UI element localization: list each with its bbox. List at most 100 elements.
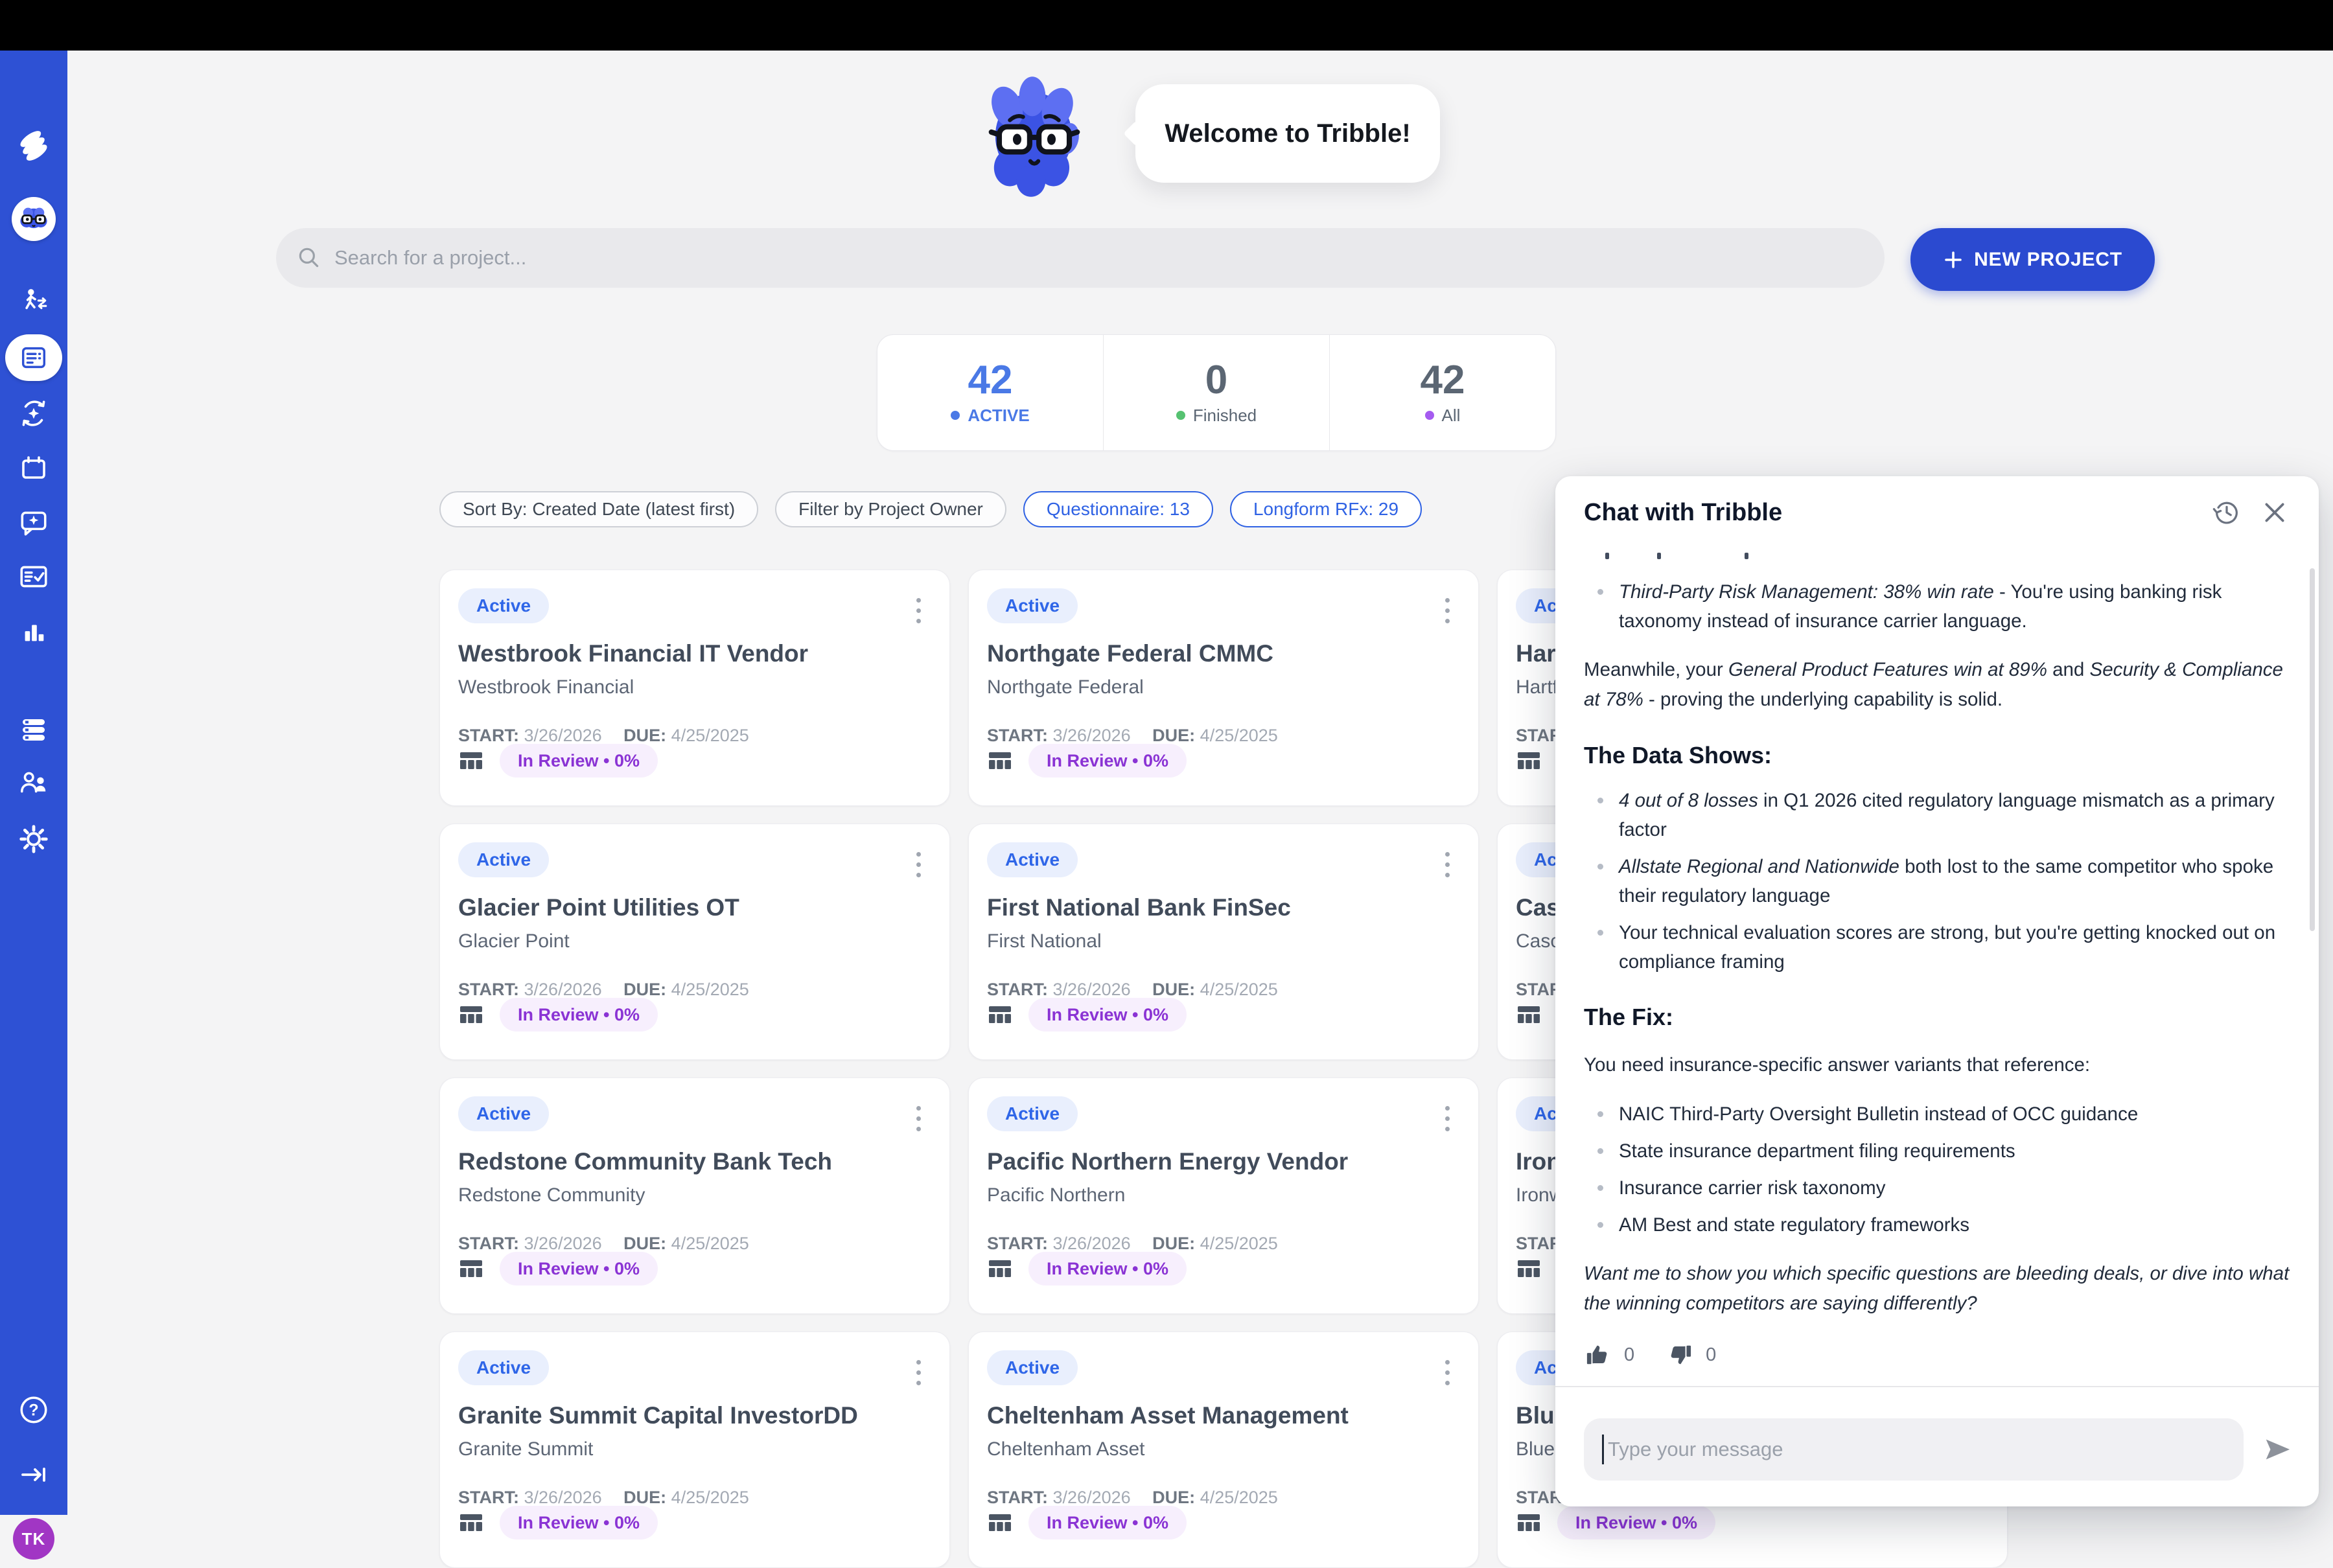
filter-chip[interactable]: Longform RFx: 29	[1230, 491, 1422, 527]
project-subtitle: First National	[987, 930, 1460, 952]
table-icon	[987, 1256, 1013, 1282]
project-subtitle: Northgate Federal	[987, 676, 1460, 698]
kebab-menu-icon[interactable]	[1434, 594, 1460, 627]
chat-close-icon[interactable]	[2257, 494, 2293, 531]
user-avatar[interactable]: TK	[0, 1517, 67, 1561]
table-icon	[458, 1002, 484, 1028]
project-card[interactable]: Active Glacier Point Utilities OT Glacie…	[439, 824, 950, 1060]
review-checklist-icon[interactable]	[0, 561, 67, 592]
chat-message: Third-Party Risk Management: 38% win rat…	[1584, 577, 2290, 1319]
project-card[interactable]: Active First National Bank FinSec First …	[968, 824, 1479, 1060]
stat-value: 42	[1421, 360, 1465, 400]
chat-feedback-row: 0 0	[1584, 1341, 2290, 1369]
search-placeholder: Search for a project...	[334, 246, 526, 270]
thumbs-up-icon[interactable]	[1584, 1341, 1612, 1369]
table-icon	[987, 1510, 1013, 1536]
chat-heading: The Data Shows:	[1584, 742, 2290, 769]
text-caret	[1602, 1435, 1604, 1464]
review-progress-badge: In Review • 0%	[500, 1252, 658, 1286]
project-title: First National Bank FinSec	[987, 894, 1460, 921]
kebab-menu-icon[interactable]	[905, 1101, 931, 1135]
project-title: Cheltenham Asset Management	[987, 1402, 1460, 1429]
kebab-menu-icon[interactable]	[905, 847, 931, 881]
thumbs-up-count: 0	[1624, 1344, 1634, 1366]
tribble-logo-icon[interactable]	[0, 129, 67, 163]
kebab-menu-icon[interactable]	[1434, 1355, 1460, 1389]
sign-out-icon[interactable]	[0, 1459, 67, 1490]
table-icon	[458, 748, 484, 774]
project-dates: START: 3/26/2026 DUE: 4/25/2025	[987, 726, 1460, 746]
send-message-icon[interactable]	[2259, 1431, 2295, 1468]
project-subtitle: Redstone Community	[458, 1184, 931, 1206]
stat-value: 42	[968, 360, 1013, 400]
calendar-icon[interactable]	[0, 453, 67, 484]
project-subtitle: Westbrook Financial	[458, 676, 931, 698]
project-dates: START: 3/26/2026 DUE: 4/25/2025	[458, 1234, 931, 1254]
filter-chip[interactable]: Questionnaire: 13	[1023, 491, 1213, 527]
search-input[interactable]: Search for a project...	[276, 228, 1885, 288]
team-icon[interactable]	[0, 768, 67, 799]
chat-message-input[interactable]: Type your message	[1584, 1418, 2244, 1481]
new-project-label: NEW PROJECT	[1974, 249, 2122, 271]
filter-chip[interactable]: Filter by Project Owner	[775, 491, 1006, 527]
chat-paragraph: Want me to show you which specific quest…	[1584, 1259, 2290, 1319]
review-progress-badge: In Review • 0%	[1028, 1506, 1187, 1539]
filter-chip[interactable]: Sort By: Created Date (latest first)	[439, 491, 758, 527]
status-badge: Active	[987, 842, 1078, 877]
new-project-button[interactable]: NEW PROJECT	[1910, 228, 2155, 291]
project-card[interactable]: Active Northgate Federal CMMC Northgate …	[968, 570, 1479, 806]
stat-filter[interactable]: 42 All	[1329, 335, 1555, 450]
tribble-mascot-avatar[interactable]	[0, 197, 67, 241]
project-stats-card: 42 ACTIVE 0 Finished 42 All	[877, 334, 1556, 451]
chat-bullet: Your technical evaluation scores are str…	[1593, 918, 2290, 976]
review-progress-badge: In Review • 0%	[1557, 1506, 1715, 1539]
kebab-menu-icon[interactable]	[905, 1355, 931, 1389]
kebab-menu-icon[interactable]	[1434, 847, 1460, 881]
stat-dot-icon	[1176, 411, 1185, 420]
project-title: Westbrook Financial IT Vendor	[458, 640, 931, 667]
stat-label: ACTIVE	[968, 406, 1029, 426]
filter-chip-label: Questionnaire: 13	[1047, 499, 1190, 520]
project-card[interactable]: Active Pacific Northern Energy Vendor Pa…	[968, 1078, 1479, 1314]
filter-chips-row: Sort By: Created Date (latest first) Fil…	[439, 491, 1735, 529]
onboarding-walkthrough-icon[interactable]	[0, 287, 67, 318]
project-title: Pacific Northern Energy Vendor	[987, 1148, 1460, 1175]
content-library-icon[interactable]	[0, 714, 67, 745]
ai-chat-icon[interactable]	[0, 507, 67, 538]
project-card[interactable]: Active Cheltenham Asset Management Chelt…	[968, 1332, 1479, 1568]
svg-text:?: ?	[29, 1401, 38, 1419]
project-card[interactable]: Active Granite Summit Capital InvestorDD…	[439, 1332, 950, 1568]
project-dates: START: 3/26/2026 DUE: 4/25/2025	[458, 726, 931, 746]
filter-chip-label: Filter by Project Owner	[798, 499, 983, 520]
chat-bullet: Insurance carrier risk taxonomy	[1593, 1173, 2290, 1203]
status-badge: Active	[458, 1096, 549, 1131]
project-subtitle: Pacific Northern	[987, 1184, 1460, 1206]
ai-sync-icon[interactable]	[0, 398, 67, 429]
chat-history-icon[interactable]	[2209, 494, 2245, 531]
project-dates: START: 3/26/2026 DUE: 4/25/2025	[987, 1488, 1460, 1508]
kebab-menu-icon[interactable]	[905, 594, 931, 627]
tribble-mascot-image	[971, 70, 1098, 205]
chat-scrollbar[interactable]	[2310, 568, 2315, 931]
project-card[interactable]: Active Westbrook Financial IT Vendor Wes…	[439, 570, 950, 806]
search-icon	[296, 244, 323, 271]
filter-chip-label: Sort By: Created Date (latest first)	[463, 499, 735, 520]
chat-heading: The Fix:	[1584, 1004, 2290, 1031]
project-title: Northgate Federal CMMC	[987, 640, 1460, 667]
settings-gear-icon[interactable]	[0, 824, 67, 855]
analytics-icon[interactable]	[0, 617, 67, 648]
chat-bullet: Third-Party Risk Management: 38% win rat…	[1593, 577, 2290, 636]
clipped-message-line	[1584, 553, 2290, 560]
chat-message-area[interactable]: Third-Party Risk Management: 38% win rat…	[1555, 549, 2319, 1386]
project-dates: START: 3/26/2026 DUE: 4/25/2025	[987, 980, 1460, 1000]
sidebar-item-projects-active[interactable]	[5, 334, 62, 381]
project-title: Redstone Community Bank Tech	[458, 1148, 931, 1175]
kebab-menu-icon[interactable]	[1434, 1101, 1460, 1135]
thumbs-down-icon[interactable]	[1666, 1341, 1694, 1369]
status-badge: Active	[458, 588, 549, 623]
stat-filter[interactable]: 0 Finished	[1103, 335, 1329, 450]
status-badge: Active	[987, 588, 1078, 623]
stat-filter[interactable]: 42 ACTIVE	[877, 335, 1103, 450]
project-card[interactable]: Active Redstone Community Bank Tech Reds…	[439, 1078, 950, 1314]
help-icon[interactable]: ?	[0, 1394, 67, 1425]
